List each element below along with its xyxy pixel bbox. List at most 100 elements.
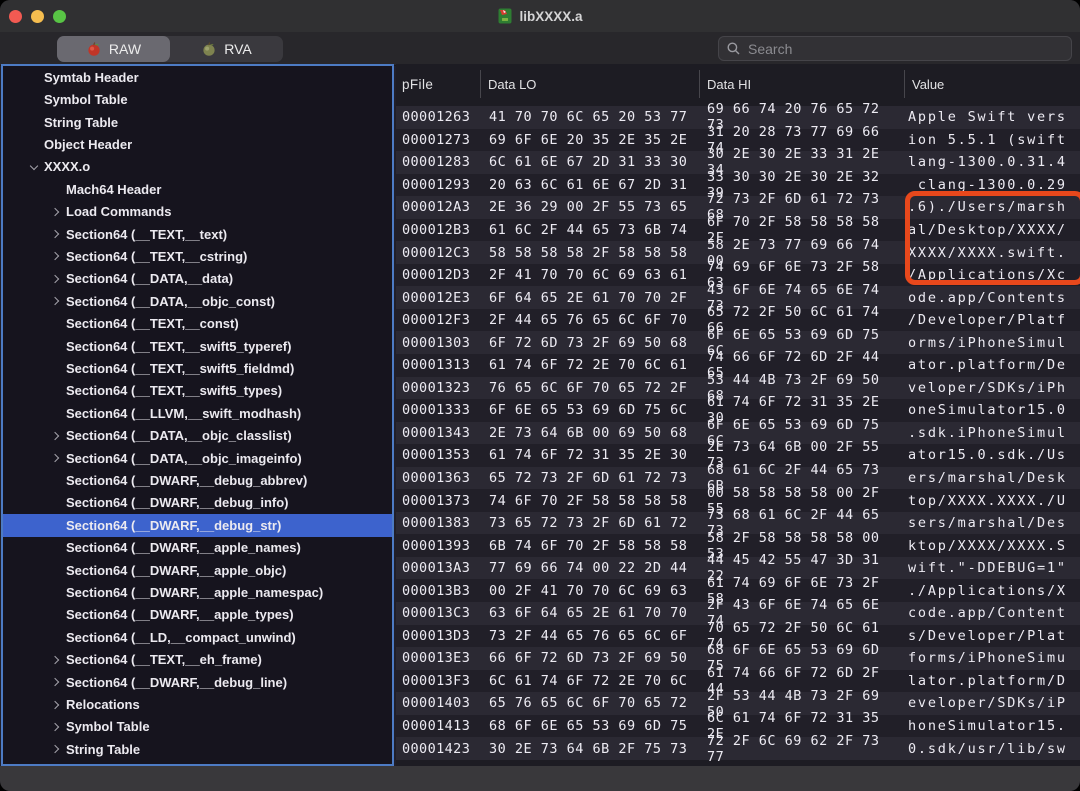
hex-row-data-lo: 2F 41 70 70 6C 69 63 61: [489, 267, 688, 284]
chevron-right-icon[interactable]: [50, 722, 60, 732]
sidebar-item[interactable]: Section64 (__DATA,__objc_classlist): [3, 425, 392, 447]
hex-row-data-lo: 6F 6E 65 53 69 6D 75 6C: [489, 402, 688, 419]
sidebar-item[interactable]: Section64 (__DWARF,__debug_str): [3, 514, 392, 537]
hex-row-value: al/Desktop/XXXX/: [908, 222, 1067, 238]
view-mode-segmented-control: RAW RVA: [57, 36, 283, 62]
hex-row-value: s/Developer/Plat: [908, 627, 1067, 644]
green-apple-icon: [203, 42, 215, 56]
sidebar-item[interactable]: Section64 (__DWARF,__apple_objc): [3, 559, 392, 581]
hex-row-value: /Applications/Xc: [908, 267, 1067, 284]
sidebar-item[interactable]: XXXX.o: [3, 156, 392, 178]
hex-row-address: 00001423: [402, 740, 471, 757]
hex-row-address: 000013D3: [402, 627, 471, 644]
hex-row-value: ./Applications/X: [908, 582, 1067, 599]
hex-row-data-lo: 6F 72 6D 73 2F 69 50 68: [489, 334, 688, 351]
hex-row-address: 000012B3: [402, 222, 471, 238]
hex-row-value: ator15.0.sdk./Us: [908, 447, 1067, 464]
hex-row-value: orms/iPhoneSimul: [908, 334, 1067, 351]
tab-rva[interactable]: RVA: [170, 36, 283, 62]
sidebar-item-label: Mach64 Header: [66, 181, 162, 197]
sidebar-item[interactable]: Section64 (__TEXT,__swift5_fieldmd): [3, 357, 392, 379]
hex-table: pFile Data LO Data HI Value 00001263 41 7…: [396, 64, 1080, 766]
chevron-right-icon[interactable]: [50, 297, 60, 306]
chevron-right-icon[interactable]: [50, 700, 60, 709]
hex-row-data-lo: 61 6C 2F 44 65 73 6B 74: [489, 222, 688, 238]
sidebar-item[interactable]: Section64 (__DWARF,__apple_namespac): [3, 581, 392, 603]
hex-row-value: top/XXXX.XXXX./U: [908, 492, 1067, 509]
sidebar-item[interactable]: Section64 (__DWARF,__debug_abbrev): [3, 469, 392, 491]
chevron-down-icon[interactable]: [29, 161, 39, 171]
hex-row-data-lo: 68 6F 6E 65 53 69 6D 75: [489, 718, 688, 735]
hex-row-value: code.app/Content: [908, 605, 1067, 622]
sidebar-item[interactable]: Section64 (__DWARF,__debug_line): [3, 671, 392, 693]
sidebar-item-label: Section64 (__DWARF,__apple_objc): [66, 562, 287, 578]
sidebar-item-label: Section64 (__TEXT,__eh_frame): [66, 652, 262, 668]
hex-row-data-lo: 6C 61 74 6F 72 2E 70 6C: [489, 672, 688, 689]
sidebar-item-label: XXXX.o: [44, 159, 91, 175]
sidebar-item[interactable]: Mach64 Header: [3, 178, 392, 200]
chevron-right-icon[interactable]: [50, 252, 60, 261]
sidebar-item[interactable]: Section64 (__TEXT,__eh_frame): [3, 649, 392, 671]
sidebar-item[interactable]: Relocations: [3, 693, 392, 715]
chevron-right-icon[interactable]: [50, 655, 60, 665]
sidebar-item[interactable]: Symbol Table: [3, 716, 392, 738]
sidebar-item[interactable]: Load Commands: [3, 200, 392, 222]
column-header-data-lo: Data LO: [481, 70, 700, 98]
sidebar-item[interactable]: Section64 (__LD,__compact_unwind): [3, 626, 392, 648]
hex-row-address: 000013A3: [402, 560, 471, 577]
sidebar-item[interactable]: Section64 (__DWARF,__debug_info): [3, 492, 392, 514]
hex-row-data-lo: 6F 64 65 2E 61 70 70 2F: [489, 289, 688, 306]
search-field[interactable]: [718, 36, 1072, 61]
chevron-right-icon[interactable]: [50, 453, 60, 463]
hex-row-data-lo: 2F 44 65 76 65 6C 6F 70: [489, 312, 688, 329]
hex-row-data-lo: 77 69 66 74 00 22 2D 44: [489, 560, 688, 577]
sidebar-item[interactable]: Section64 (__DWARF,__apple_types): [3, 604, 392, 626]
chevron-right-icon[interactable]: [50, 745, 60, 754]
sidebar-item-label: Section64 (__TEXT,__cstring): [66, 248, 248, 264]
hex-row[interactable]: 00001423 30 2E 73 64 6B 2F 75 73 72 2F 6C …: [396, 733, 1080, 765]
chevron-right-icon[interactable]: [50, 229, 60, 239]
sidebar-item[interactable]: Object Header: [3, 133, 392, 155]
chevron-right-icon[interactable]: [50, 677, 60, 687]
sidebar-item[interactable]: Section64 (__LLVM,__swift_modhash): [3, 402, 392, 424]
hex-row-data-lo: 2E 73 64 6B 00 69 50 68: [489, 424, 688, 441]
hex-row-value: ers/marshal/Desk: [908, 470, 1067, 487]
chevron-right-icon[interactable]: [50, 207, 60, 216]
sidebar-item-label: Section64 (__DWARF,__debug_str): [66, 517, 282, 533]
hex-row-data-lo: 2E 36 29 00 2F 55 73 65: [489, 199, 688, 216]
hex-row-value: .6)./Users/marsh: [908, 199, 1067, 216]
search-input[interactable]: [746, 39, 1071, 58]
hex-row-data-lo: 65 76 65 6C 6F 70 65 72: [489, 695, 688, 712]
sidebar-item[interactable]: Section64 (__DATA,__objc_imageinfo): [3, 447, 392, 469]
sidebar-item-label: Section64 (__DWARF,__apple_types): [66, 607, 294, 623]
sidebar-item[interactable]: Symbol Table: [3, 88, 392, 110]
hex-row-address: 00001283: [402, 154, 471, 171]
hex-row-value: 0.sdk/usr/lib/sw: [908, 740, 1067, 757]
hex-row-data-lo: 74 6F 70 2F 58 58 58 58: [489, 492, 688, 509]
tab-raw[interactable]: RAW: [57, 36, 170, 62]
window-title: libXXXX.a: [519, 8, 583, 24]
hex-row-data-lo: 73 2F 44 65 76 65 6C 6F: [489, 627, 688, 644]
hex-row-address: 00001413: [402, 718, 471, 735]
sidebar-item-label: Section64 (__DWARF,__debug_line): [66, 674, 288, 690]
hex-row-address: 000012A3: [402, 199, 471, 216]
sidebar-item[interactable]: String Table: [3, 111, 392, 133]
sidebar-item[interactable]: Section64 (__DATA,__data): [3, 268, 392, 290]
sidebar-item[interactable]: Section64 (__TEXT,__swift5_typeref): [3, 335, 392, 357]
sidebar-item[interactable]: Symtab Header: [3, 66, 392, 88]
chevron-right-icon[interactable]: [50, 431, 60, 440]
hex-row-value: /Developer/Platf: [908, 312, 1067, 329]
sidebar-item[interactable]: Section64 (__TEXT,__const): [3, 312, 392, 334]
sidebar-item-label: Symbol Table: [66, 719, 150, 735]
sidebar-item[interactable]: Section64 (__TEXT,__swift5_types): [3, 380, 392, 402]
chevron-right-icon[interactable]: [50, 274, 60, 284]
hex-row-address: 00001403: [402, 695, 471, 712]
sidebar-item[interactable]: Section64 (__TEXT,__cstring): [3, 245, 392, 267]
sidebar-item-label: Section64 (__DWARF,__debug_abbrev): [66, 473, 308, 489]
sidebar-item[interactable]: Section64 (__DATA,__objc_const): [3, 290, 392, 312]
hex-row-address: 000013F3: [402, 672, 471, 689]
sidebar-item[interactable]: Section64 (__DWARF,__apple_names): [3, 537, 392, 559]
sidebar-item[interactable]: String Table: [3, 738, 392, 760]
sidebar-item[interactable]: Section64 (__TEXT,__text): [3, 223, 392, 245]
sidebar-item-label: Section64 (__DWARF,__debug_info): [66, 495, 289, 511]
